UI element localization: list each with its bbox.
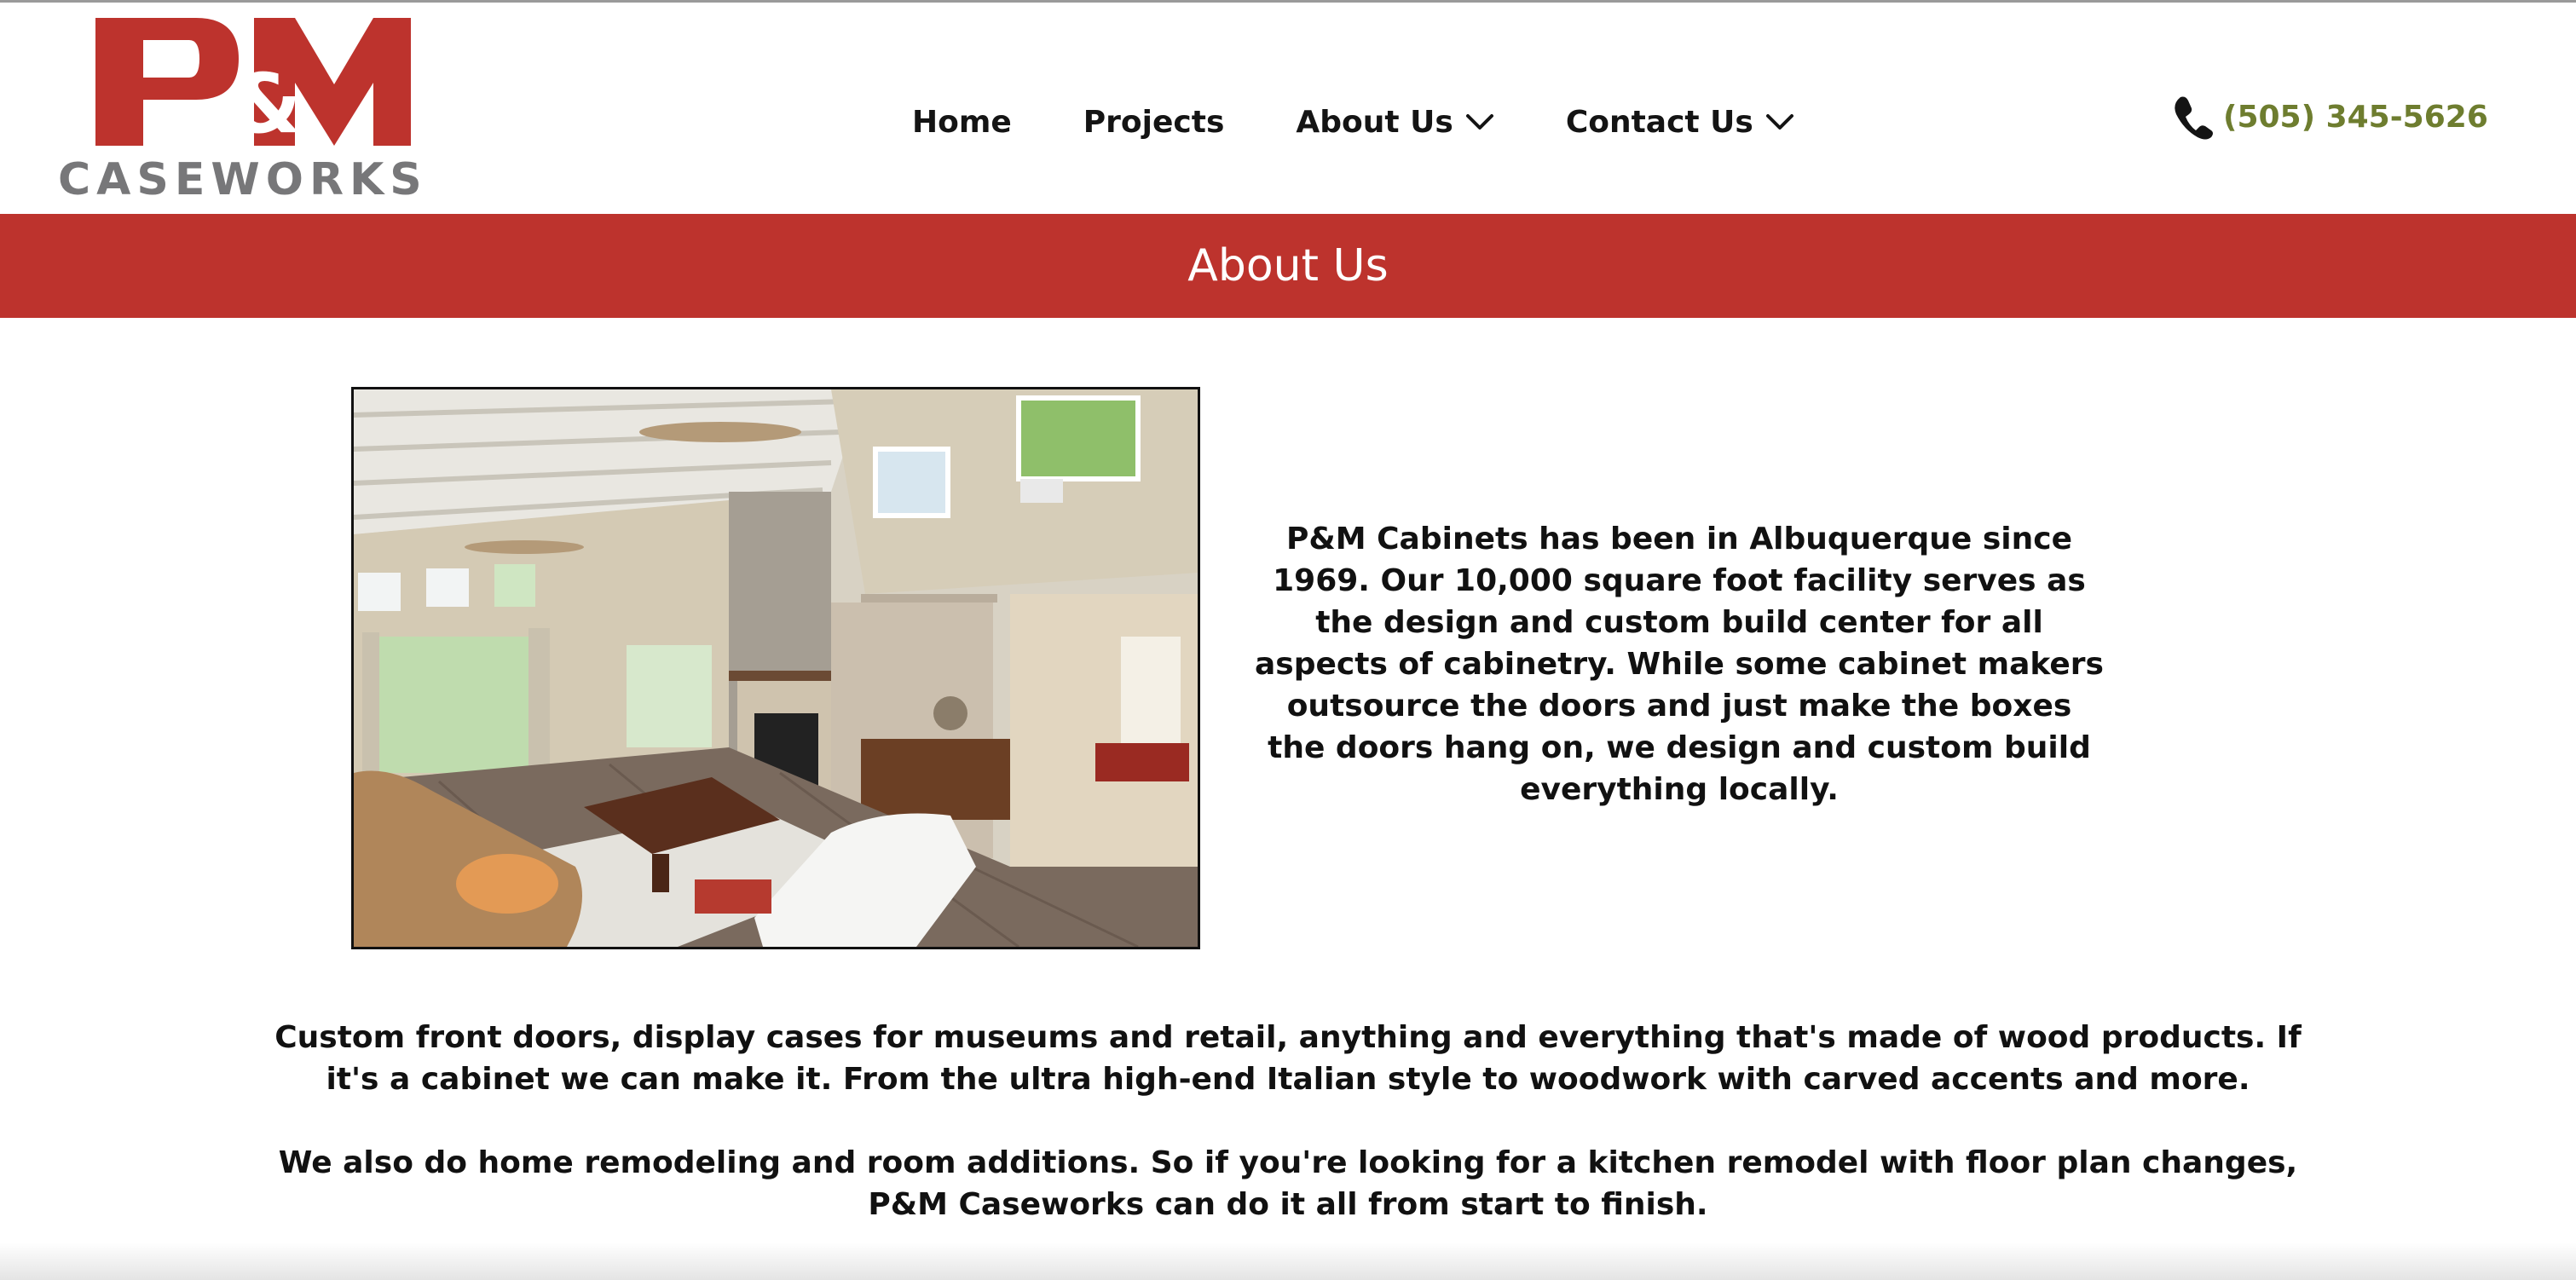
page-title: About Us <box>1187 240 1389 291</box>
page-bottom-shadow <box>0 1243 2576 1280</box>
caseworks-logo[interactable]: & CASEWORKS <box>58 18 422 205</box>
living-room-photo <box>351 387 1200 949</box>
nav-home[interactable]: Home <box>912 105 1012 140</box>
nav-about-us-label: About Us <box>1296 104 1453 140</box>
nav-projects-label: Projects <box>1083 104 1225 140</box>
nav-contact-us-label: Contact Us <box>1565 104 1753 140</box>
page-title-banner: About Us <box>0 214 2576 318</box>
phone-link[interactable]: (505) 345-5626 <box>2172 91 2488 142</box>
site-header: & CASEWORKS Home Projects About Us Conta… <box>0 3 2576 214</box>
pm-logo-mark: & <box>95 18 411 146</box>
services-paragraph: Custom front doors, display cases for mu… <box>274 1020 2302 1097</box>
nav-about-us[interactable]: About Us <box>1296 105 1493 140</box>
living-room-image <box>354 389 1198 947</box>
main-nav: Home Projects About Us Contact Us <box>912 96 1794 147</box>
nav-projects[interactable]: Projects <box>1083 105 1225 140</box>
nav-contact-us[interactable]: Contact Us <box>1566 105 1794 140</box>
intro-text: P&M Cabinets has been in Albuquerque sin… <box>1255 522 2104 807</box>
phone-number: (505) 345-5626 <box>2223 99 2488 135</box>
remodeling-paragraph: We also do home remodeling and room addi… <box>278 1145 2298 1222</box>
logo-wordmark: CASEWORKS <box>58 154 428 205</box>
logo-ampersand-glyph: & <box>230 56 302 146</box>
chevron-down-icon <box>1765 114 1793 130</box>
chevron-down-icon <box>1465 114 1493 130</box>
nav-home-label: Home <box>912 104 1012 140</box>
phone-icon <box>2175 96 2213 140</box>
